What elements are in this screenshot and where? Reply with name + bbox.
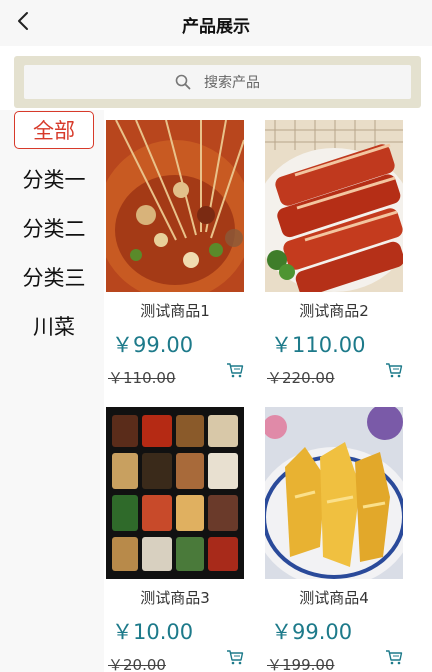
product-price: ￥99.00 — [271, 620, 353, 644]
product-name: 测试商品2 — [299, 302, 369, 320]
search-icon — [175, 74, 191, 90]
category-sidebar: 全部 分类一 分类二 分类三 川菜 — [0, 110, 104, 672]
category-all[interactable]: 全部 — [14, 111, 94, 149]
product-original-price: ￥220.00 — [267, 369, 335, 387]
page-title: 产品展示 — [182, 17, 250, 37]
product-original-price: ￥110.00 — [108, 369, 176, 387]
product-grid: 测试商品1 ￥99.00 ￥110.00 测试商品2 ￥110.00 ￥220.… — [104, 110, 432, 672]
product-original-price: ￥20.00 — [108, 656, 166, 672]
product-card[interactable]: 测试商品3 ￥10.00 ￥20.00 — [106, 397, 244, 672]
category-sichuan[interactable]: 川菜 — [14, 308, 94, 346]
category-2[interactable]: 分类二 — [14, 210, 94, 248]
product-name: 测试商品4 — [299, 589, 369, 607]
product-price: ￥10.00 — [112, 620, 194, 644]
product-card[interactable]: 测试商品4 ￥99.00 ￥199.00 — [265, 397, 403, 672]
product-image[interactable] — [265, 120, 403, 292]
search-placeholder: 搜索产品 — [204, 75, 260, 91]
top-bar: 产品展示 — [0, 0, 432, 46]
product-name: 测试商品1 — [140, 302, 210, 320]
product-price: ￥99.00 — [112, 333, 194, 357]
product-image[interactable] — [265, 407, 403, 579]
product-original-price: ￥199.00 — [267, 656, 335, 672]
category-3[interactable]: 分类三 — [14, 259, 94, 297]
cart-icon[interactable] — [226, 361, 244, 379]
search-bar: 搜索产品 — [14, 56, 421, 108]
cart-icon[interactable] — [385, 361, 403, 379]
product-image[interactable] — [106, 120, 244, 292]
category-1[interactable]: 分类一 — [14, 161, 94, 199]
cart-icon[interactable] — [385, 648, 403, 666]
product-price: ￥110.00 — [271, 333, 366, 357]
product-card[interactable]: 测试商品2 ￥110.00 ￥220.00 — [265, 110, 403, 387]
product-card[interactable]: 测试商品1 ￥99.00 ￥110.00 — [106, 110, 244, 387]
product-name: 测试商品3 — [140, 589, 210, 607]
cart-icon[interactable] — [226, 648, 244, 666]
search-input[interactable]: 搜索产品 — [24, 65, 411, 99]
product-image[interactable] — [106, 407, 244, 579]
